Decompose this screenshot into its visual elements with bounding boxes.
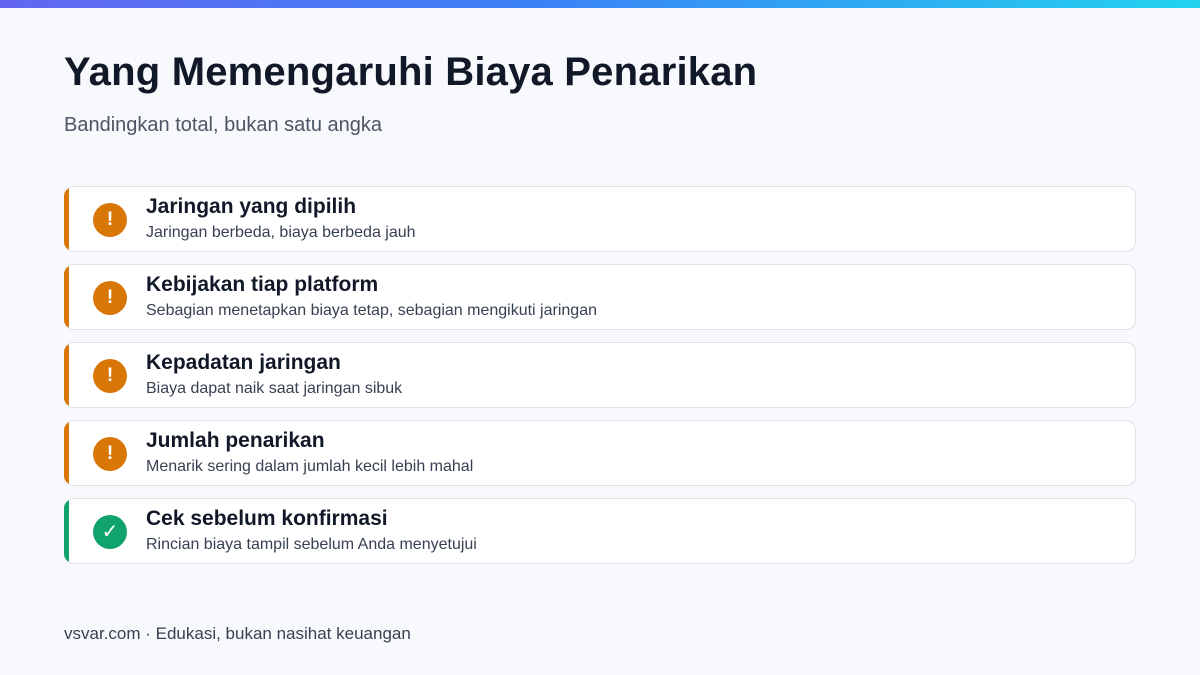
checkmark-icon: ✓: [93, 515, 127, 549]
exclamation-icon: !: [93, 203, 127, 237]
card-accent-bar: [64, 187, 69, 251]
card-description: Menarik sering dalam jumlah kecil lebih …: [146, 458, 474, 475]
card-description: Biaya dapat naik saat jaringan sibuk: [146, 380, 403, 397]
card-description: Jaringan berbeda, biaya berbeda jauh: [146, 224, 416, 241]
exclamation-icon: !: [93, 437, 127, 471]
footer-note: vsvar.com · Edukasi, bukan nasihat keuan…: [64, 624, 411, 643]
factor-card-platform-policy: ! Kebijakan tiap platform Sebagian menet…: [64, 264, 1136, 330]
card-accent-bar: [64, 421, 69, 485]
card-accent-bar: [64, 343, 69, 407]
card-description: Sebagian menetapkan biaya tetap, sebagia…: [146, 302, 597, 319]
card-accent-bar: [64, 265, 69, 329]
page-title: Yang Memengaruhi Biaya Penarikan: [64, 50, 758, 94]
factor-card-check-before-confirm: ✓ Cek sebelum konfirmasi Rincian biaya t…: [64, 498, 1136, 564]
card-title: Jaringan yang dipilih: [146, 195, 357, 218]
factor-list: ! Jaringan yang dipilih Jaringan berbeda…: [64, 186, 1136, 576]
card-title: Kebijakan tiap platform: [146, 273, 379, 296]
card-title: Jumlah penarikan: [146, 429, 325, 452]
top-gradient-bar: [0, 0, 1200, 8]
card-title: Kepadatan jaringan: [146, 351, 341, 374]
slide: Yang Memengaruhi Biaya Penarikan Banding…: [0, 0, 1200, 675]
exclamation-icon: !: [93, 281, 127, 315]
factor-card-network-congestion: ! Kepadatan jaringan Biaya dapat naik sa…: [64, 342, 1136, 408]
card-accent-bar: [64, 499, 69, 563]
page-subtitle: Bandingkan total, bukan satu angka: [64, 114, 383, 136]
exclamation-icon: !: [93, 359, 127, 393]
factor-card-withdrawal-count: ! Jumlah penarikan Menarik sering dalam …: [64, 420, 1136, 486]
card-description: Rincian biaya tampil sebelum Anda menyet…: [146, 536, 477, 553]
factor-card-network: ! Jaringan yang dipilih Jaringan berbeda…: [64, 186, 1136, 252]
card-title: Cek sebelum konfirmasi: [146, 507, 388, 530]
